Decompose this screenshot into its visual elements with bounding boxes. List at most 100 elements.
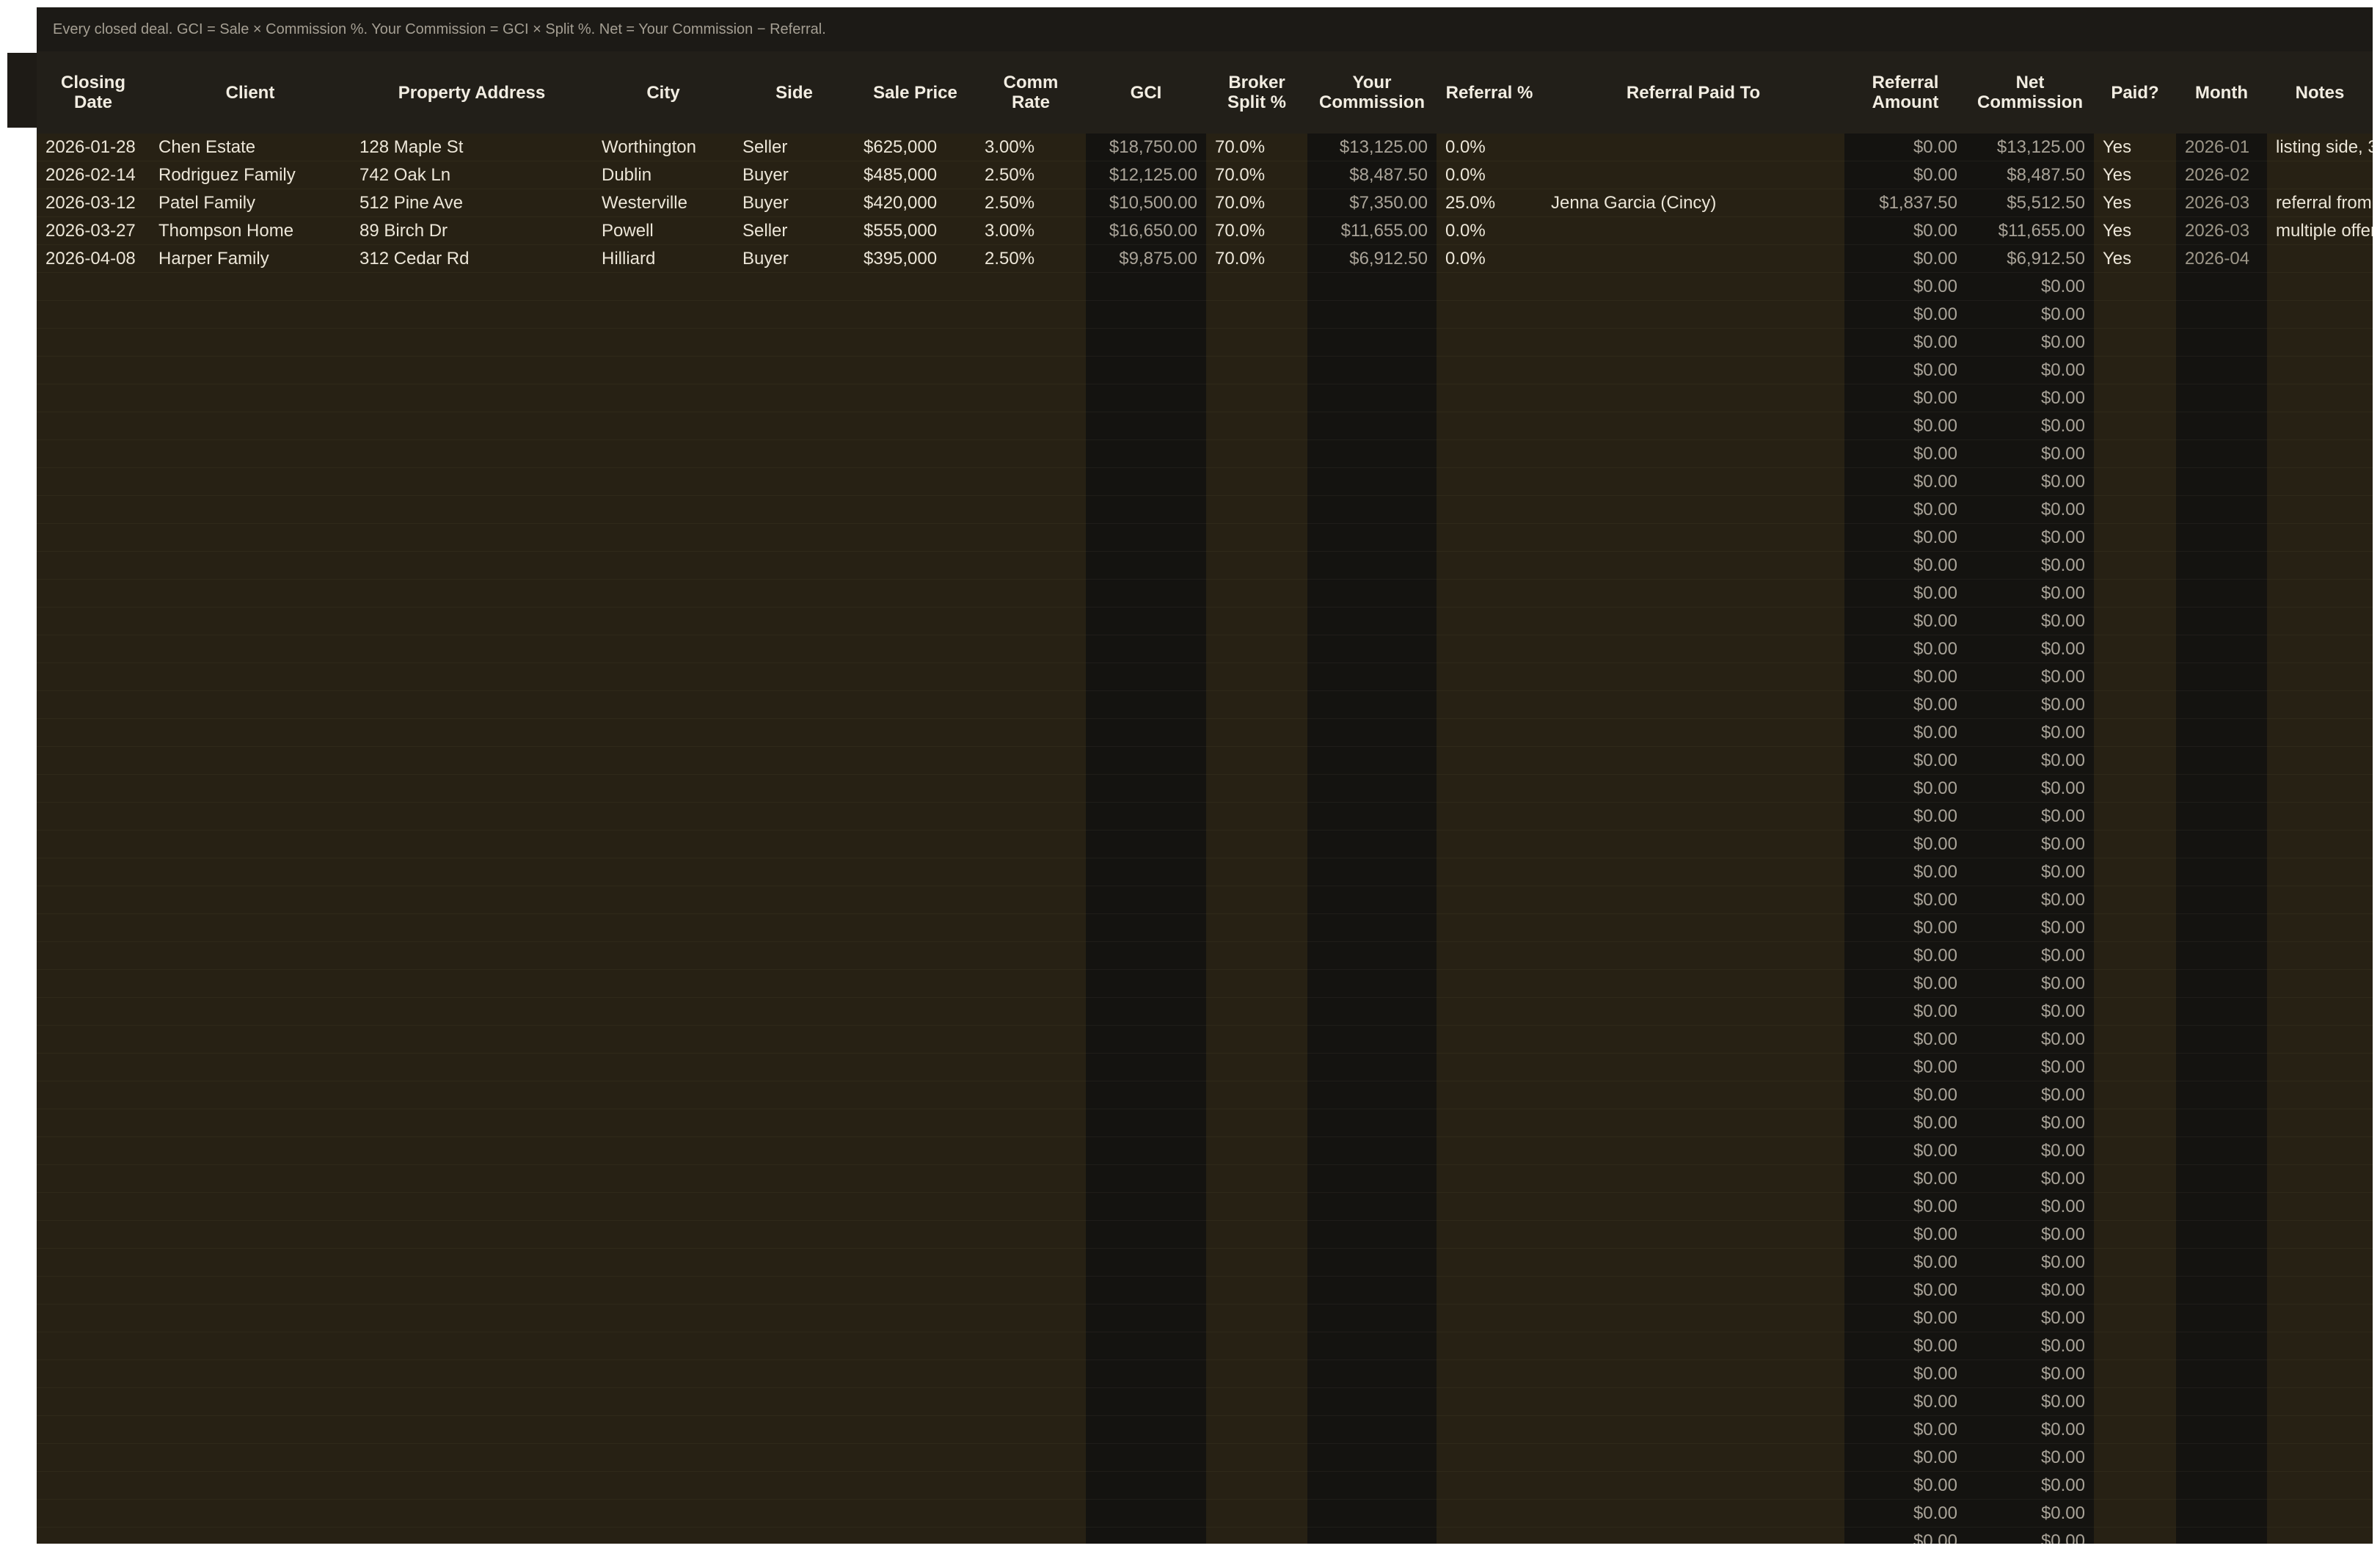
cell-paid[interactable]: Yes [2094, 189, 2176, 217]
cell-sale-price[interactable] [855, 551, 976, 580]
cell-paid[interactable] [2094, 941, 2176, 970]
cell-notes[interactable] [2267, 1025, 2373, 1054]
cell-gci[interactable] [1086, 1192, 1206, 1221]
cell-closing-date[interactable] [37, 635, 150, 663]
cell-gci[interactable] [1086, 439, 1206, 468]
cell-referral-paid-to[interactable] [1542, 439, 1844, 468]
cell-client[interactable] [150, 997, 351, 1026]
cell-month[interactable] [2176, 1332, 2267, 1360]
cell-paid[interactable] [2094, 1109, 2176, 1137]
cell-referral-amount[interactable]: $0.00 [1844, 216, 1966, 245]
column-header[interactable]: Your Commission [1307, 51, 1437, 134]
empty-table-row[interactable]: $0.00 $0.00 [37, 1387, 2373, 1416]
cell-closing-date[interactable] [37, 969, 150, 998]
cell-month[interactable] [2176, 830, 2267, 858]
cell-your-commission[interactable] [1307, 356, 1437, 384]
cell-side[interactable] [734, 467, 855, 496]
cell-notes[interactable] [2267, 1499, 2373, 1528]
cell-city[interactable] [593, 384, 734, 412]
cell-city[interactable] [593, 1332, 734, 1360]
cell-notes[interactable] [2267, 607, 2373, 635]
cell-month[interactable] [2176, 523, 2267, 552]
cell-referral-amount[interactable]: $0.00 [1844, 495, 1966, 524]
cell-sale-price[interactable] [855, 272, 976, 301]
cell-side[interactable] [734, 356, 855, 384]
cell-paid[interactable] [2094, 412, 2176, 440]
cell-referral-paid-to[interactable] [1542, 579, 1844, 607]
cell-client[interactable] [150, 1192, 351, 1221]
cell-gci[interactable] [1086, 1443, 1206, 1472]
cell-property-address[interactable] [351, 830, 593, 858]
cell-closing-date[interactable] [37, 607, 150, 635]
cell-property-address[interactable] [351, 690, 593, 719]
cell-comm-rate[interactable] [976, 356, 1086, 384]
cell-month[interactable] [2176, 1276, 2267, 1304]
cell-net-commission[interactable]: $5,512.50 [1966, 189, 2094, 217]
cell-city[interactable] [593, 1276, 734, 1304]
cell-your-commission[interactable] [1307, 1527, 1437, 1544]
cell-your-commission[interactable] [1307, 1387, 1437, 1416]
cell-paid[interactable] [2094, 523, 2176, 552]
cell-comm-rate[interactable]: 2.50% [976, 244, 1086, 273]
cell-property-address[interactable] [351, 969, 593, 998]
cell-comm-rate[interactable]: 3.00% [976, 134, 1086, 161]
cell-property-address[interactable] [351, 774, 593, 803]
column-header[interactable]: Broker Split % [1206, 51, 1307, 134]
cell-notes[interactable] [2267, 244, 2373, 273]
cell-month[interactable] [2176, 802, 2267, 831]
cell-property-address[interactable] [351, 1332, 593, 1360]
empty-table-row[interactable]: $0.00 $0.00 [37, 746, 2373, 775]
cell-gci[interactable] [1086, 300, 1206, 329]
cell-referral-pct[interactable] [1437, 1136, 1542, 1165]
cell-notes[interactable] [2267, 941, 2373, 970]
cell-referral-paid-to[interactable] [1542, 134, 1844, 161]
cell-gci[interactable] [1086, 1109, 1206, 1137]
cell-comm-rate[interactable] [976, 300, 1086, 329]
cell-paid[interactable] [2094, 607, 2176, 635]
cell-city[interactable] [593, 1192, 734, 1221]
cell-notes[interactable] [2267, 774, 2373, 803]
cell-paid[interactable] [2094, 746, 2176, 775]
cell-referral-pct[interactable] [1437, 1081, 1542, 1109]
cell-client[interactable]: Harper Family [150, 244, 351, 273]
cell-client[interactable] [150, 1081, 351, 1109]
cell-paid[interactable] [2094, 690, 2176, 719]
cell-referral-amount[interactable]: $0.00 [1844, 161, 1966, 189]
cell-client[interactable] [150, 1164, 351, 1193]
cell-month[interactable]: 2026-02 [2176, 161, 2267, 189]
cell-closing-date[interactable] [37, 439, 150, 468]
cell-your-commission[interactable] [1307, 1220, 1437, 1249]
cell-gci[interactable] [1086, 1276, 1206, 1304]
cell-client[interactable] [150, 1387, 351, 1416]
cell-month[interactable] [2176, 412, 2267, 440]
cell-your-commission[interactable] [1307, 1471, 1437, 1500]
cell-net-commission[interactable]: $0.00 [1966, 1025, 2094, 1054]
cell-side[interactable] [734, 1164, 855, 1193]
cell-your-commission[interactable]: $6,912.50 [1307, 244, 1437, 273]
cell-city[interactable] [593, 635, 734, 663]
cell-side[interactable] [734, 802, 855, 831]
cell-city[interactable] [593, 1109, 734, 1137]
cell-referral-paid-to[interactable] [1542, 802, 1844, 831]
cell-side[interactable]: Buyer [734, 161, 855, 189]
cell-month[interactable] [2176, 635, 2267, 663]
column-header[interactable]: Sale Price [855, 51, 976, 134]
cell-paid[interactable] [2094, 356, 2176, 384]
cell-notes[interactable] [2267, 913, 2373, 942]
cell-month[interactable] [2176, 1136, 2267, 1165]
cell-city[interactable] [593, 1527, 734, 1544]
cell-side[interactable] [734, 1527, 855, 1544]
cell-side[interactable]: Seller [734, 216, 855, 245]
cell-client[interactable] [150, 913, 351, 942]
empty-table-row[interactable]: $0.00 $0.00 [37, 913, 2373, 942]
cell-referral-paid-to[interactable] [1542, 858, 1844, 886]
cell-your-commission[interactable] [1307, 1192, 1437, 1221]
cell-paid[interactable] [2094, 467, 2176, 496]
empty-table-row[interactable]: $0.00 $0.00 [37, 858, 2373, 886]
column-header[interactable]: Closing Date [37, 51, 150, 134]
column-header[interactable]: Client [150, 51, 351, 134]
column-header[interactable]: City [593, 51, 734, 134]
cell-sale-price[interactable]: $395,000 [855, 244, 976, 273]
cell-comm-rate[interactable] [976, 941, 1086, 970]
cell-client[interactable] [150, 579, 351, 607]
